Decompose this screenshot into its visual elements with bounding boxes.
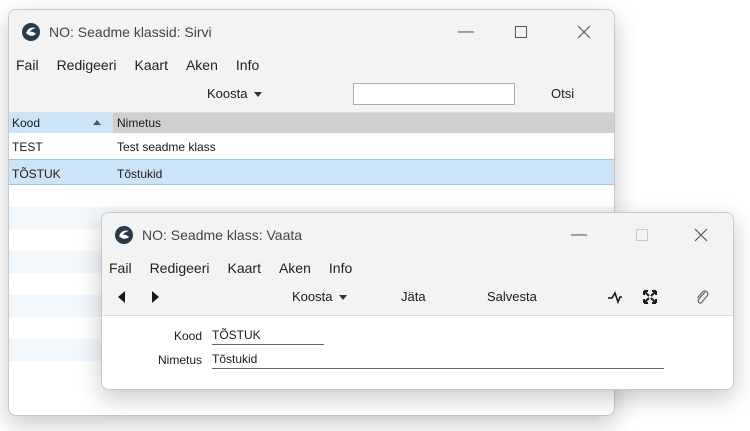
search-input[interactable]: [353, 83, 515, 105]
nimetus-label: Nimetus: [157, 353, 202, 367]
activity-icon[interactable]: [607, 290, 623, 304]
create-label: Koosta: [292, 289, 333, 304]
toolbar: Koosta Jäta Salvesta: [102, 279, 733, 316]
maximize-icon[interactable]: [630, 223, 654, 247]
record-window: NO: Seadme klass: Vaata — Fail Redigeeri…: [101, 212, 734, 390]
toolbar: Koosta Otsi: [9, 76, 614, 113]
sort-ascending-icon: [93, 120, 101, 125]
table-row-selected[interactable]: TÕSTUK Tõstukid: [9, 159, 614, 185]
chevron-down-icon: [254, 92, 263, 98]
empty-row: [9, 185, 614, 207]
menubar: Fail Redigeeri Kaart Aken Info: [102, 257, 733, 279]
create-label: Koosta: [207, 86, 248, 101]
menu-redigeeri[interactable]: Redigeeri: [147, 260, 213, 276]
nimetus-field[interactable]: Tõstukid: [212, 352, 664, 369]
column-header-kood[interactable]: Kood: [9, 113, 113, 133]
menu-info[interactable]: Info: [326, 260, 355, 276]
app-logo-icon: [22, 23, 40, 41]
column-header-kood-label: Kood: [12, 116, 41, 130]
cell-nimetus: Tõstukid: [117, 167, 163, 181]
discard-button[interactable]: Jäta: [401, 289, 426, 304]
previous-record-icon[interactable]: [118, 291, 125, 303]
grid-header: Kood Nimetus: [9, 113, 614, 133]
menu-aken[interactable]: Aken: [276, 260, 314, 276]
minimize-icon[interactable]: —: [454, 20, 478, 44]
paperclip-icon[interactable]: [694, 288, 710, 306]
create-dropdown-button[interactable]: Koosta: [292, 289, 348, 304]
record-form: Kood TÕSTUK Nimetus Tõstukid: [102, 316, 733, 388]
close-icon[interactable]: [689, 223, 713, 247]
cell-kood: TÕSTUK: [12, 167, 61, 181]
menu-info[interactable]: Info: [233, 57, 262, 73]
menu-fail[interactable]: Fail: [106, 260, 135, 276]
menu-redigeeri[interactable]: Redigeeri: [54, 57, 120, 73]
menu-kaart[interactable]: Kaart: [132, 57, 171, 73]
window-title: NO: Seadme klassid: Sirvi: [49, 24, 212, 40]
close-icon[interactable]: [572, 20, 596, 44]
kood-label: Kood: [173, 329, 202, 343]
kood-field[interactable]: TÕSTUK: [212, 328, 324, 345]
window-title: NO: Seadme klass: Vaata: [142, 227, 303, 243]
menubar: Fail Redigeeri Kaart Aken Info: [9, 54, 614, 76]
menu-kaart[interactable]: Kaart: [225, 260, 264, 276]
search-button[interactable]: Otsi: [551, 86, 574, 101]
app-logo-icon: [115, 226, 133, 244]
save-button[interactable]: Salvesta: [487, 289, 537, 304]
maximize-icon[interactable]: [509, 20, 533, 44]
create-dropdown-button[interactable]: Koosta: [207, 86, 263, 101]
chevron-down-icon: [339, 295, 348, 301]
menu-aken[interactable]: Aken: [183, 57, 221, 73]
cell-kood: TEST: [12, 140, 43, 154]
next-record-icon[interactable]: [152, 291, 159, 303]
table-row[interactable]: TEST Test seadme klass: [9, 133, 614, 159]
menu-fail[interactable]: Fail: [13, 57, 42, 73]
minimize-icon[interactable]: —: [567, 223, 591, 247]
list-window-titlebar[interactable]: NO: Seadme klassid: Sirvi —: [9, 10, 614, 54]
column-header-nimetus[interactable]: Nimetus: [117, 116, 161, 130]
record-window-titlebar[interactable]: NO: Seadme klass: Vaata —: [102, 213, 733, 257]
expand-icon[interactable]: [642, 289, 658, 305]
cell-nimetus: Test seadme klass: [117, 140, 216, 154]
